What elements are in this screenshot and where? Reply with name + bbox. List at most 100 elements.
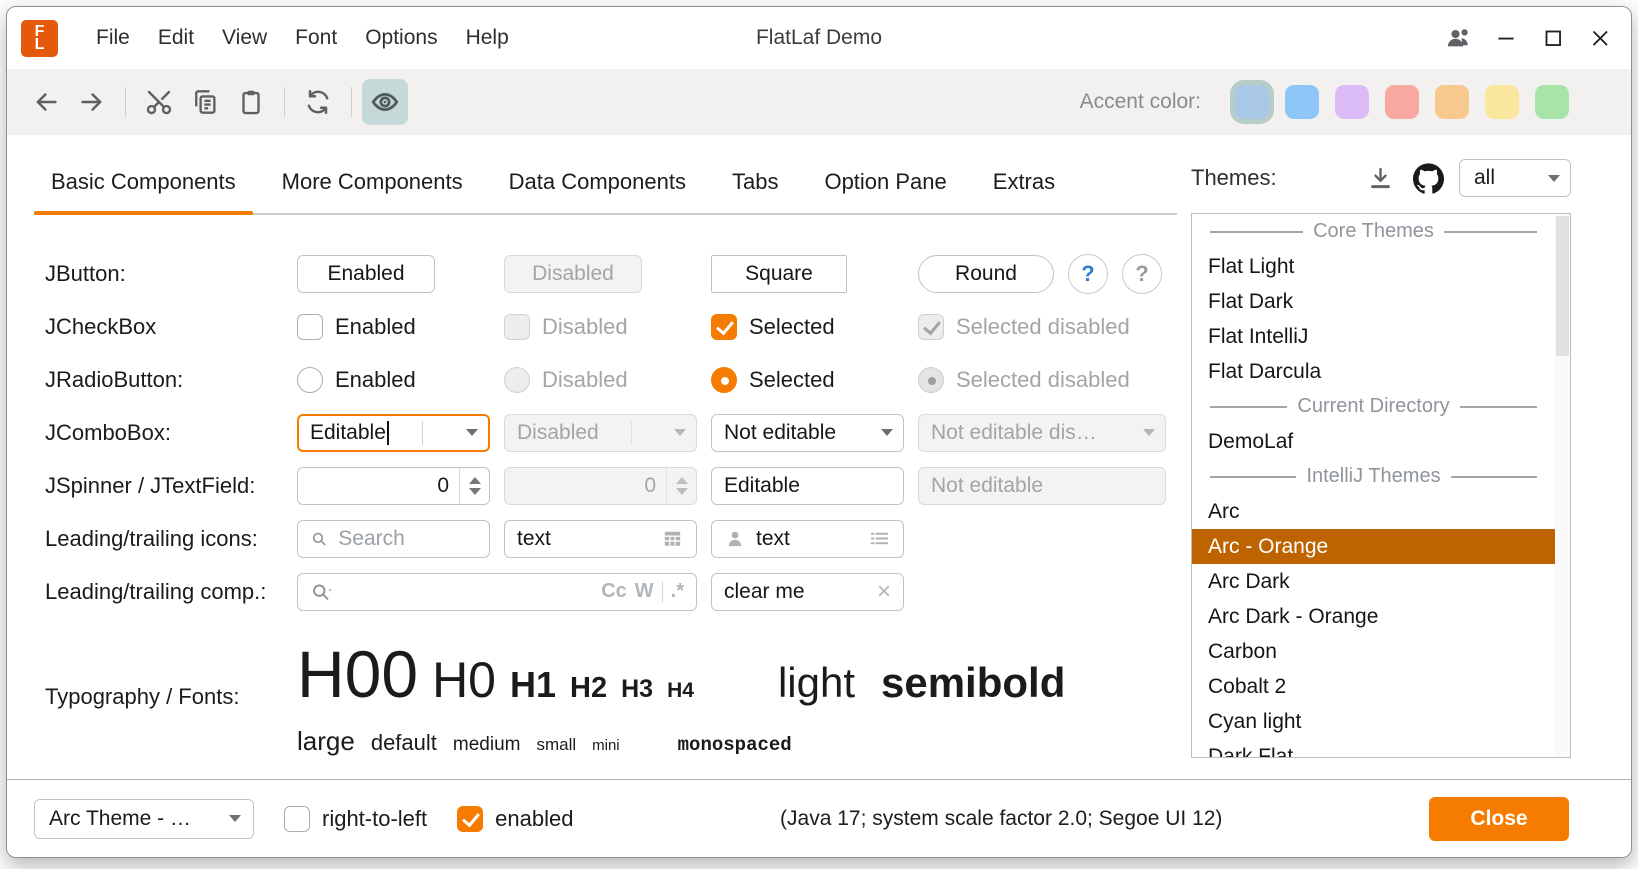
copy-button[interactable] — [182, 79, 228, 125]
combo-divider — [422, 421, 423, 445]
font-sample-light: light — [778, 659, 855, 707]
close-button[interactable]: Close — [1429, 797, 1569, 841]
spinner-up-icon[interactable] — [469, 477, 481, 484]
radio-enabled[interactable] — [297, 367, 323, 393]
spinner-enabled[interactable]: 0 — [297, 467, 490, 505]
theme-item[interactable]: Arc — [1192, 494, 1555, 529]
combobox-not-editable[interactable]: Not editable — [711, 414, 904, 452]
checkbox-selected[interactable] — [711, 314, 737, 340]
themes-scrollbar[interactable] — [1555, 214, 1570, 757]
jbutton-label: JButton: — [45, 261, 297, 287]
jcombobox-label: JComboBox: — [45, 420, 297, 446]
accent-swatch-orange[interactable] — [1435, 85, 1469, 119]
jbutton-enabled[interactable]: Enabled — [297, 255, 435, 293]
match-case-button[interactable]: Cc — [601, 580, 627, 603]
close-icon — [1587, 25, 1613, 51]
spinner-down-icon[interactable] — [469, 488, 481, 495]
theme-item[interactable]: Carbon — [1192, 634, 1555, 669]
menu-view[interactable]: View — [208, 17, 281, 59]
maximize-button[interactable] — [1529, 17, 1576, 59]
clearable-field[interactable]: clear me × — [711, 573, 904, 611]
theme-item[interactable]: DemoLaf — [1192, 424, 1555, 459]
search-field[interactable] — [297, 520, 490, 558]
typography-label: Typography / Fonts: — [45, 684, 297, 710]
search-input[interactable] — [338, 527, 477, 551]
theme-item[interactable]: Flat Darcula — [1192, 354, 1555, 389]
menu-help[interactable]: Help — [452, 17, 523, 59]
menu-font[interactable]: Font — [281, 17, 351, 59]
clear-button[interactable]: × — [877, 580, 891, 604]
accent-swatch-purple[interactable] — [1335, 85, 1369, 119]
tab-tabs[interactable]: Tabs — [715, 155, 795, 213]
theme-item[interactable]: Arc Dark — [1192, 564, 1555, 599]
search-with-menu-icon[interactable] — [310, 581, 334, 603]
spinner-buttons[interactable] — [459, 468, 489, 504]
tab-extras[interactable]: Extras — [976, 155, 1072, 213]
look-and-feel-combobox[interactable]: Arc Theme - … — [34, 799, 254, 839]
theme-item[interactable]: Arc Dark - Orange — [1192, 599, 1555, 634]
themes-scrollbar-thumb[interactable] — [1556, 216, 1569, 356]
themes-filter-combobox[interactable]: all — [1459, 159, 1571, 197]
accent-swatch-yellow[interactable] — [1485, 85, 1519, 119]
chevron-down-icon — [1548, 175, 1560, 182]
flatlaf-logo-icon: F L — [21, 20, 58, 57]
combobox-disabled-value: Disabled — [517, 421, 599, 445]
theme-item[interactable]: Flat IntelliJ — [1192, 319, 1555, 354]
close-window-button[interactable] — [1576, 17, 1623, 59]
rtl-checkbox-group[interactable]: right-to-left — [284, 806, 427, 832]
tab-more-components[interactable]: More Components — [265, 155, 480, 213]
github-button[interactable] — [1407, 157, 1449, 199]
right-to-left-checkbox[interactable] — [284, 806, 310, 832]
theme-item[interactable]: Flat Light — [1192, 249, 1555, 284]
show-hidden-toggle-button[interactable] — [362, 79, 408, 125]
radio-disabled-label: Disabled — [542, 367, 628, 393]
menu-file[interactable]: File — [82, 17, 144, 59]
calendar-icon[interactable] — [661, 527, 684, 550]
accent-swatch-red[interactable] — [1385, 85, 1419, 119]
menu-edit[interactable]: Edit — [144, 17, 208, 59]
theme-item[interactable]: Flat Dark — [1192, 284, 1555, 319]
text-field-person-list[interactable]: text — [711, 520, 904, 558]
text-field-calendar[interactable]: text — [504, 520, 697, 558]
whole-words-button[interactable]: W — [635, 580, 654, 603]
forward-button[interactable] — [69, 79, 115, 125]
accent-swatch-blue[interactable] — [1285, 85, 1319, 119]
list-icon[interactable] — [868, 527, 891, 550]
chevron-down-icon[interactable] — [229, 815, 241, 822]
refresh-button[interactable] — [295, 79, 341, 125]
tab-basic-components[interactable]: Basic Components — [34, 155, 253, 213]
radio-selected[interactable] — [711, 367, 737, 393]
help-button[interactable]: ? — [1068, 254, 1108, 294]
theme-item[interactable]: Cyan light — [1192, 704, 1555, 739]
tab-option-pane[interactable]: Option Pane — [807, 155, 963, 213]
minimize-button[interactable] — [1482, 17, 1529, 59]
accent-swatch-green[interactable] — [1535, 85, 1569, 119]
search-field-with-options[interactable]: Cc W .* — [297, 573, 697, 611]
spinner-up-icon — [676, 477, 688, 484]
themes-separator: Current Directory — [1192, 389, 1555, 424]
theme-item[interactable]: Cobalt 2 — [1192, 669, 1555, 704]
jbutton-round[interactable]: Round — [918, 255, 1054, 293]
theme-item[interactable]: Dark Flat — [1192, 739, 1555, 757]
jbutton-square[interactable]: Square — [711, 255, 847, 293]
back-button[interactable] — [23, 79, 69, 125]
refresh-icon — [303, 87, 333, 117]
checkbox-enabled[interactable] — [297, 314, 323, 340]
chevron-down-icon[interactable] — [466, 429, 478, 436]
download-themes-button[interactable] — [1359, 157, 1401, 199]
cut-button[interactable] — [136, 79, 182, 125]
jradiobutton-label: JRadioButton: — [45, 367, 297, 393]
radio-selected-label: Selected — [749, 367, 835, 393]
chevron-down-icon[interactable] — [881, 429, 893, 436]
enabled-checkbox[interactable] — [457, 806, 483, 832]
textfield-editable[interactable]: Editable — [711, 467, 904, 505]
users-button[interactable] — [1435, 17, 1482, 59]
tab-data-components[interactable]: Data Components — [492, 155, 703, 213]
paste-button[interactable] — [228, 79, 274, 125]
regex-button[interactable]: .* — [671, 580, 684, 603]
enabled-checkbox-group[interactable]: enabled — [457, 806, 573, 832]
combobox-editable[interactable]: Editable — [297, 414, 490, 452]
menu-options[interactable]: Options — [351, 17, 451, 59]
accent-swatch-blue-gray[interactable] — [1235, 85, 1269, 119]
theme-item-selected[interactable]: Arc - Orange — [1192, 529, 1555, 564]
